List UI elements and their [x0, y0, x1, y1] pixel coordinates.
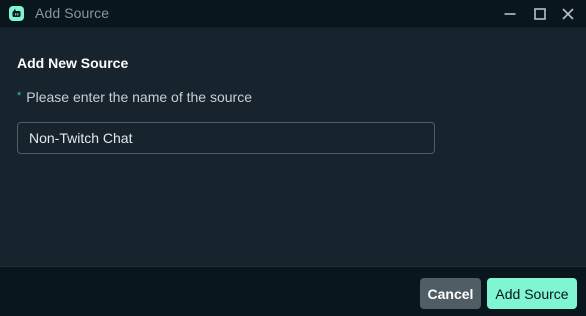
streamlabs-app-icon	[9, 6, 24, 21]
add-source-button[interactable]: Add Source	[487, 278, 577, 309]
close-button[interactable]	[553, 0, 583, 27]
source-name-input[interactable]	[17, 122, 435, 154]
source-name-label-text: Please enter the name of the source	[26, 89, 252, 105]
maximize-button[interactable]	[525, 0, 555, 27]
cancel-button[interactable]: Cancel	[420, 278, 481, 309]
title-bar[interactable]: Add Source	[0, 0, 586, 28]
add-source-window: Add Source Add New Source * Please enter…	[0, 0, 586, 316]
dialog-footer: Cancel Add Source	[0, 266, 586, 316]
source-name-label: * Please enter the name of the source	[17, 89, 252, 105]
required-marker: *	[17, 90, 22, 102]
close-icon	[562, 7, 574, 20]
minimize-button[interactable]	[495, 0, 525, 27]
minimize-icon	[504, 12, 516, 15]
dialog-heading: Add New Source	[17, 55, 129, 71]
maximize-icon	[534, 7, 546, 20]
window-title: Add Source	[35, 5, 110, 21]
dialog-content: Add New Source * Please enter the name o…	[0, 28, 586, 266]
